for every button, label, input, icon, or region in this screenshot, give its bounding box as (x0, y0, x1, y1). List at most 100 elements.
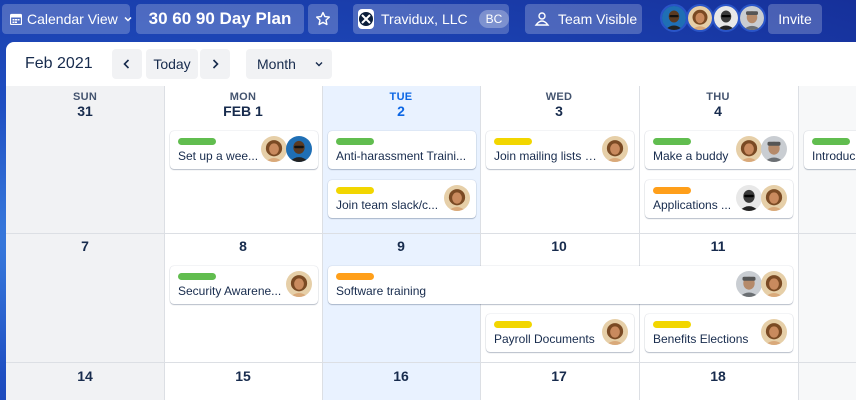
avatar[interactable] (686, 4, 714, 32)
date-label: 31 (77, 103, 93, 119)
avatar (761, 185, 787, 211)
calendar-toolbar: Feb 2021 Today Month (6, 42, 856, 86)
calendar-card[interactable]: Join team slack/c... (328, 180, 476, 218)
board-members (660, 4, 766, 34)
card-title: Security Awarene... (178, 284, 282, 298)
workspace-name: Travidux, LLC (381, 11, 468, 27)
view-switcher-button[interactable]: Calendar View (2, 4, 132, 34)
label-yellow (494, 138, 532, 145)
label-green (178, 138, 216, 145)
avatar (736, 136, 762, 162)
calendar-grid: SUN MON TUE WED THU 31 FEB 1 2 3 4 7 8 9… (6, 86, 856, 400)
visibility-button[interactable]: Team Visible (525, 4, 642, 34)
invite-label: Invite (778, 11, 812, 27)
invite-button[interactable]: Invite (768, 4, 822, 34)
label-yellow (653, 321, 691, 328)
card-members (287, 271, 312, 297)
date-label: 3 (555, 103, 563, 119)
calendar-card[interactable]: Set up a wee... (170, 131, 318, 169)
date-label: 14 (77, 368, 93, 384)
card-title: Anti-harassment Traini... (336, 149, 467, 163)
calendar-icon (10, 13, 22, 25)
avatar (286, 271, 312, 297)
week-divider (6, 362, 856, 363)
card-title: Introduc (812, 149, 856, 163)
day-name-sun: SUN (72, 91, 98, 103)
card-members (603, 319, 628, 345)
calendar-panel: Feb 2021 Today Month SUN MON TUE WED THU… (6, 42, 856, 400)
view-switcher-label: Calendar View (27, 11, 118, 27)
calendar-card-multi-day[interactable]: Software training (328, 266, 793, 304)
calendar-card[interactable]: Anti-harassment Traini... (328, 131, 476, 169)
date-label: 7 (81, 238, 89, 254)
workspace-button[interactable]: Travidux, LLC BC (353, 4, 510, 34)
calendar-card[interactable]: Introduc (804, 131, 856, 169)
board-header: Calendar View 30 60 90 Day Plan Travidux… (0, 0, 856, 40)
label-green (653, 138, 691, 145)
label-yellow (494, 321, 532, 328)
avatar[interactable] (660, 4, 688, 32)
label-yellow (336, 187, 374, 194)
date-label: 10 (551, 238, 567, 254)
label-green (812, 138, 850, 145)
avatar[interactable] (738, 4, 766, 32)
date-label: FEB 1 (223, 103, 263, 119)
card-members (445, 185, 470, 211)
avatar (602, 319, 628, 345)
avatar[interactable] (712, 4, 740, 32)
calendar-card[interactable]: Payroll Documents (486, 314, 634, 352)
date-label-today: 2 (397, 103, 405, 119)
chevron-down-icon (124, 16, 132, 22)
date-label: 15 (235, 368, 251, 384)
date-label: 4 (714, 103, 722, 119)
avatar (444, 185, 470, 211)
today-label: Today (153, 56, 191, 72)
card-title: Software training (336, 284, 427, 298)
date-label: 11 (710, 238, 726, 254)
star-button[interactable] (308, 4, 338, 34)
date-label: 9 (397, 238, 405, 254)
chevron-down-icon (315, 62, 323, 67)
label-orange (653, 187, 691, 194)
calendar-card[interactable]: Make a buddy (645, 131, 793, 169)
chevron-left-icon (123, 59, 130, 69)
calendar-card[interactable]: Benefits Elections (645, 314, 793, 352)
card-title: Payroll Documents (494, 332, 595, 346)
team-icon (534, 12, 550, 26)
calendar-card[interactable]: Applications ... (645, 180, 793, 218)
board-title[interactable]: 30 60 90 Day Plan (136, 4, 304, 34)
card-title: Set up a wee... (178, 149, 259, 163)
card-title: Join team slack/c... (336, 198, 439, 212)
range-label: Month (257, 56, 296, 72)
card-members (737, 136, 787, 162)
date-label: 17 (551, 368, 567, 384)
calendar-card[interactable]: Join mailing lists a... (486, 131, 634, 169)
calendar-card[interactable]: Security Awarene... (170, 266, 318, 304)
day-name-wed: WED (545, 91, 573, 103)
workspace-badge: BC (478, 10, 510, 28)
card-title: Benefits Elections (653, 332, 749, 346)
month-label: Feb 2021 (25, 55, 93, 72)
avatar (286, 136, 312, 162)
label-green (178, 273, 216, 280)
card-title: Make a buddy (653, 149, 729, 163)
date-label: 18 (710, 368, 726, 384)
avatar (736, 271, 762, 297)
next-month-button[interactable] (200, 49, 230, 79)
card-members (262, 136, 312, 162)
day-name-thu: THU (706, 91, 730, 103)
avatar (736, 185, 762, 211)
today-button[interactable]: Today (146, 49, 198, 79)
date-label: 16 (393, 368, 409, 384)
avatar (761, 271, 787, 297)
previous-month-button[interactable] (112, 49, 142, 79)
range-select[interactable]: Month (246, 49, 332, 79)
date-label: 8 (239, 238, 247, 254)
week-divider (6, 233, 856, 234)
board-title-text: 30 60 90 Day Plan (148, 9, 292, 28)
chevron-right-icon (212, 59, 219, 69)
card-members (603, 136, 628, 162)
avatar (261, 136, 287, 162)
avatar (761, 136, 787, 162)
card-title: Join mailing lists a... (494, 149, 598, 163)
